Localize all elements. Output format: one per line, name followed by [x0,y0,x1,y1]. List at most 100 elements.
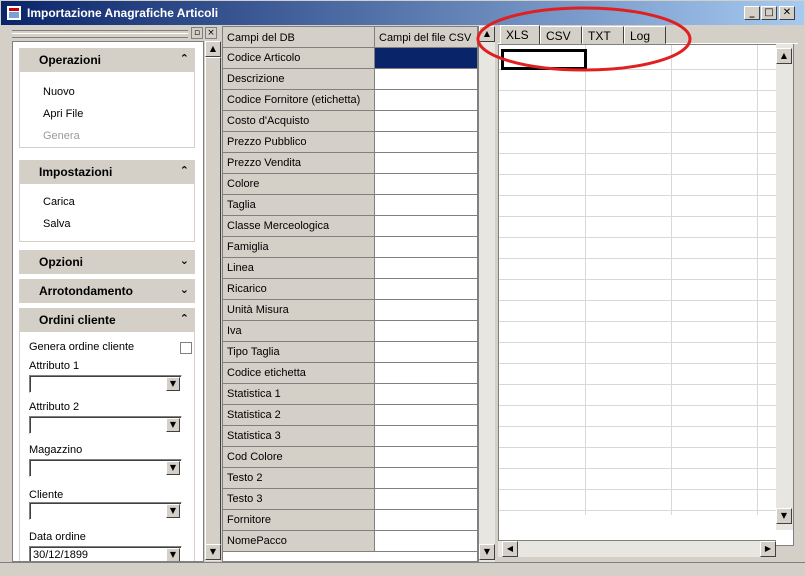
attributo2-select[interactable]: ▼ [29,416,182,434]
section-ordini-header[interactable]: Ordini cliente ⌃ [19,308,195,332]
table-row[interactable]: Cod Colore [223,447,477,468]
csv-field-cell[interactable] [375,342,477,362]
table-row[interactable]: Tipo Taglia [223,342,477,363]
scroll-up-icon[interactable]: ▲ [205,41,221,57]
chevron-up-icon[interactable]: ⌃ [180,164,189,177]
table-row[interactable]: NomePacco [223,531,477,552]
table-row[interactable]: Statistica 1 [223,384,477,405]
scroll-left-icon[interactable]: ◀ [502,541,518,557]
csv-field-cell[interactable] [375,279,477,299]
link-nuovo[interactable]: Nuovo [43,86,75,98]
pin-icon[interactable]: ▫ [191,27,203,39]
csv-field-cell[interactable] [375,510,477,530]
section-opzioni-header[interactable]: Opzioni ⌄ [19,250,195,274]
table-row[interactable]: Colore [223,174,477,195]
table-row[interactable]: Prezzo Pubblico [223,132,477,153]
maximize-button[interactable]: □ [761,6,777,20]
csv-field-cell[interactable] [375,132,477,152]
csv-field-cell[interactable] [375,468,477,488]
table-row[interactable]: Descrizione [223,69,477,90]
csv-field-cell[interactable] [375,195,477,215]
table-row[interactable]: Linea [223,258,477,279]
csv-field-cell[interactable] [375,237,477,257]
scroll-down-icon[interactable]: ▼ [205,544,221,560]
table-row[interactable]: Statistica 2 [223,405,477,426]
table-row[interactable]: Fornitore [223,510,477,531]
grid-header-csv[interactable]: Campi del file CSV [375,27,477,48]
csv-field-cell[interactable] [375,531,477,551]
cliente-select[interactable]: ▼ [29,502,182,520]
csv-field-cell[interactable] [375,153,477,173]
table-row[interactable]: Codice etichetta [223,363,477,384]
csv-field-cell[interactable] [375,447,477,467]
spreadsheet-preview[interactable] [498,44,794,546]
table-row[interactable]: Classe Merceologica [223,216,477,237]
chevron-up-icon[interactable]: ⌃ [180,52,189,65]
csv-field-cell[interactable] [375,489,477,509]
csv-field-cell[interactable] [375,111,477,131]
csv-field-cell[interactable] [375,258,477,278]
csv-field-cell[interactable] [375,405,477,425]
sheet-gridline [499,447,779,448]
table-row[interactable]: Testo 2 [223,468,477,489]
data-ordine-picker[interactable]: 30/12/1899 ▼ [29,546,182,561]
dropdown-arrow-icon[interactable]: ▼ [166,377,180,391]
magazzino-select[interactable]: ▼ [29,459,182,477]
sheet-vertical-scrollbar[interactable]: ▲ ▼ [776,44,793,530]
sheet-gridline [499,363,779,364]
csv-field-cell[interactable] [375,363,477,383]
close-button[interactable]: ✕ [779,6,795,20]
sheet-gridline [499,258,779,259]
table-row[interactable]: Testo 3 [223,489,477,510]
scroll-right-icon[interactable]: ▶ [760,541,776,557]
section-impostazioni-header[interactable]: Impostazioni ⌃ [19,160,195,184]
dropdown-arrow-icon[interactable]: ▼ [166,461,180,475]
scroll-down-icon[interactable]: ▼ [776,508,792,524]
dropdown-arrow-icon[interactable]: ▼ [166,504,180,518]
table-row[interactable]: Prezzo Vendita [223,153,477,174]
csv-field-cell[interactable] [375,384,477,404]
csv-field-cell[interactable] [375,69,477,89]
attributo1-select[interactable]: ▼ [29,375,182,393]
csv-field-cell[interactable] [375,216,477,236]
csv-field-cell[interactable] [375,90,477,110]
table-row[interactable]: Costo d'Acquisto [223,111,477,132]
scrollbar-thumb[interactable] [205,57,221,549]
db-field-cell: Costo d'Acquisto [223,111,375,131]
dropdown-arrow-icon[interactable]: ▼ [166,418,180,432]
csv-field-cell[interactable] [375,321,477,341]
pane-close-icon[interactable]: × [205,27,217,39]
scroll-up-icon[interactable]: ▲ [776,48,792,64]
scroll-down-icon[interactable]: ▼ [479,544,495,560]
section-arrotondamento-header[interactable]: Arrotondamento ⌄ [19,279,195,303]
csv-field-cell[interactable] [375,300,477,320]
table-row[interactable]: Codice Articolo [223,48,477,69]
csv-field-cell[interactable] [375,426,477,446]
table-row[interactable]: Iva [223,321,477,342]
csv-field-cell[interactable] [375,48,477,68]
db-field-cell: NomePacco [223,531,375,551]
link-apri-file[interactable]: Apri File [43,108,83,120]
csv-field-cell[interactable] [375,174,477,194]
chevron-down-icon[interactable]: ⌄ [180,283,189,296]
table-row[interactable]: Famiglia [223,237,477,258]
grid-scrollbar[interactable]: ▲ ▼ [478,26,495,562]
minimize-button[interactable]: _ [744,6,760,20]
table-row[interactable]: Ricarico [223,279,477,300]
link-salva[interactable]: Salva [43,218,71,230]
genera-ordine-checkbox[interactable] [180,342,192,354]
section-operazioni-header[interactable]: Operazioni ⌃ [19,48,195,72]
pane-grip[interactable] [12,30,188,38]
table-row[interactable]: Codice Fornitore (etichetta) [223,90,477,111]
db-field-cell: Cod Colore [223,447,375,467]
sheet-horizontal-scrollbar[interactable]: ◀ ▶ [498,540,776,557]
taskpane-scrollbar[interactable]: ▲ ▼ [204,41,221,561]
link-carica[interactable]: Carica [43,196,75,208]
table-row[interactable]: Statistica 3 [223,426,477,447]
grid-header-db[interactable]: Campi del DB [223,27,375,48]
dropdown-arrow-icon[interactable]: ▼ [166,548,180,561]
table-row[interactable]: Taglia [223,195,477,216]
table-row[interactable]: Unità Misura [223,300,477,321]
chevron-up-icon[interactable]: ⌃ [180,312,189,325]
chevron-down-icon[interactable]: ⌄ [180,254,189,267]
